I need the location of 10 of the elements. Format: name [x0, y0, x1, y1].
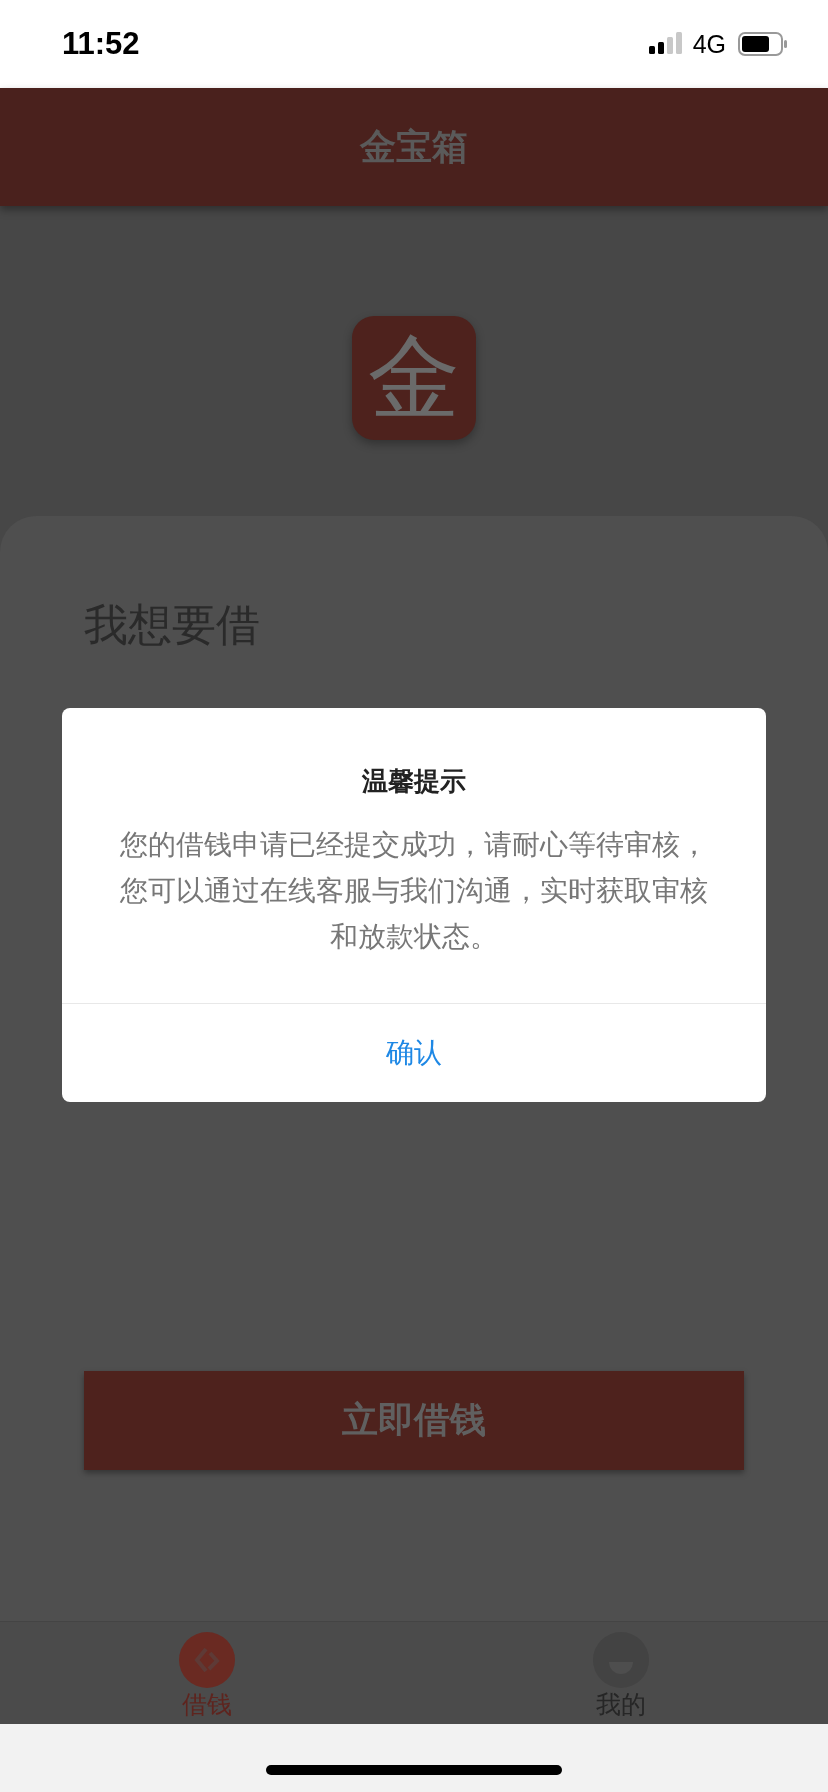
- network-label: 4G: [692, 29, 726, 59]
- confirm-button[interactable]: 确认: [62, 1004, 766, 1102]
- borrow-button[interactable]: 立即借钱: [84, 1371, 744, 1470]
- signal-icon: [648, 32, 685, 56]
- dialog-message: 您的借钱申请已经提交成功，请耐心等待审核，您可以通过在线客服与我们沟通，实时获取审核和放款状态。: [119, 827, 709, 954]
- dialog-title: 温馨提示: [361, 765, 467, 798]
- header-title: 金宝箱: [360, 124, 468, 169]
- app-logo: 金: [352, 316, 476, 440]
- status-time: 11:52: [62, 26, 140, 62]
- battery-icon: [738, 32, 788, 56]
